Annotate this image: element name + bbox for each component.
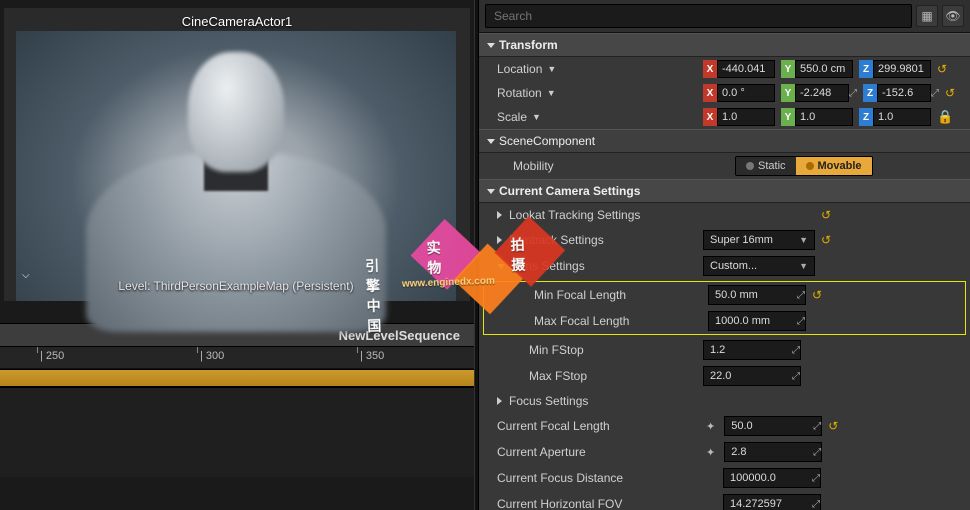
mobility-movable[interactable]: Movable — [796, 157, 872, 175]
scale-y[interactable]: Y — [781, 108, 853, 126]
reset-icon[interactable]: ↺ — [821, 233, 831, 247]
filmback-settings[interactable]: Filmback Settings — [497, 233, 697, 247]
timeline-track[interactable] — [0, 369, 474, 387]
timeline[interactable]: | 250 | 300 | 350 — [0, 347, 474, 477]
reset-icon[interactable]: ↺ — [828, 419, 838, 433]
viewport[interactable]: CineCameraActor1 ⌵ Level: ThirdPersonExa… — [4, 8, 470, 301]
mobility-label: Mobility — [513, 159, 713, 173]
grid-view-icon[interactable]: ▦ — [916, 5, 938, 27]
tick: | 250 — [40, 350, 64, 362]
dot-icon — [806, 162, 814, 170]
location-label: Location▼ — [497, 62, 697, 76]
current-focus-distance-label: Current Focus Distance — [497, 471, 697, 485]
rotation-y[interactable]: Y⤢ — [781, 84, 857, 102]
viewport-title: CineCameraActor1 — [4, 8, 470, 31]
max-fstop-field[interactable]: ⤢ — [703, 366, 801, 386]
location-z[interactable]: Z — [859, 60, 931, 78]
current-fov-label: Current Horizontal FOV — [497, 497, 697, 510]
location-x[interactable]: X — [703, 60, 775, 78]
scale-label: Scale▼ — [497, 110, 697, 124]
chevron-down-icon: ▼ — [799, 235, 808, 245]
timeline-ruler[interactable]: | 250 | 300 | 350 — [0, 347, 474, 369]
level-label: Level: ThirdPersonExampleMap (Persistent… — [16, 279, 456, 293]
lookat-tracking[interactable]: Lookat Tracking Settings — [497, 208, 697, 222]
lens-settings[interactable]: Lens Settings — [497, 259, 697, 273]
current-aperture-field[interactable]: ⤢ — [724, 442, 822, 462]
chevron-down-icon — [487, 139, 495, 144]
y-axis-tag: Y — [781, 60, 795, 78]
keyframe-icon[interactable]: ✦ — [703, 446, 718, 459]
highlighted-region: Min Focal Length ⤢ ↺ Max Focal Length ⤢ — [483, 281, 966, 335]
eye-icon[interactable]: 👁 — [942, 5, 964, 27]
chevron-down-icon: ▼ — [799, 261, 808, 271]
x-axis-tag: X — [703, 60, 717, 78]
lock-icon[interactable]: 🔒 — [937, 109, 953, 125]
expand-icon[interactable]: ⤢ — [812, 499, 820, 510]
mobility-static[interactable]: Static — [736, 157, 796, 175]
rotation-z[interactable]: Z⤢ — [863, 84, 939, 102]
scale-x[interactable]: X — [703, 108, 775, 126]
expand-icon[interactable]: ⤢ — [797, 316, 805, 327]
location-y[interactable]: Y — [781, 60, 853, 78]
tick: | 300 — [200, 350, 224, 362]
min-focal-length-field[interactable]: ⤢ — [708, 285, 806, 305]
z-axis-tag: Z — [859, 60, 873, 78]
min-focal-length-label: Min Focal Length — [534, 288, 702, 302]
lens-dropdown[interactable]: Custom...▼ — [703, 256, 815, 276]
reset-icon[interactable]: ↺ — [821, 208, 831, 222]
chevron-down-icon — [487, 43, 495, 48]
current-focal-length-field[interactable]: ⤢ — [724, 416, 822, 436]
reset-icon[interactable]: ↺ — [945, 86, 955, 100]
filmback-dropdown[interactable]: Super 16mm▼ — [703, 230, 815, 250]
reset-icon[interactable]: ↺ — [812, 288, 822, 302]
reset-icon[interactable]: ↺ — [937, 62, 947, 76]
chevron-down-icon — [487, 189, 495, 194]
section-transform[interactable]: Transform — [479, 33, 970, 57]
min-fstop-field[interactable]: ⤢ — [703, 340, 801, 360]
current-aperture-label: Current Aperture — [497, 445, 697, 459]
section-scenecomponent[interactable]: SceneComponent — [479, 129, 970, 153]
timeline-empty[interactable] — [0, 387, 474, 477]
max-fstop-label: Max FStop — [529, 369, 697, 383]
viewport-render[interactable]: ⌵ Level: ThirdPersonExampleMap (Persiste… — [16, 31, 456, 301]
expand-icon[interactable]: ⤢ — [813, 447, 821, 458]
current-focus-distance-field[interactable]: ⤢ — [723, 468, 821, 488]
min-fstop-label: Min FStop — [529, 343, 697, 357]
focus-settings[interactable]: Focus Settings — [497, 394, 697, 408]
scale-z[interactable]: Z — [859, 108, 931, 126]
current-fov-field[interactable]: ⤢ — [723, 494, 821, 510]
expand-icon[interactable]: ⤢ — [797, 290, 805, 301]
max-focal-length-label: Max Focal Length — [534, 314, 702, 328]
current-focal-length-label: Current Focal Length — [497, 419, 697, 433]
section-camera-settings[interactable]: Current Camera Settings — [479, 179, 970, 203]
dot-icon — [746, 162, 754, 170]
expand-icon[interactable]: ⤢ — [792, 345, 800, 356]
details-panel: ▦ 👁 Transform Location▼ X Y Z ↺ Rotation… — [479, 0, 970, 510]
search-input[interactable] — [485, 4, 912, 28]
keyframe-icon[interactable]: ✦ — [703, 420, 718, 433]
expand-icon[interactable]: ⤢ — [813, 421, 821, 432]
expand-icon[interactable]: ⤢ — [812, 473, 820, 484]
rotation-label: Rotation▼ — [497, 86, 697, 100]
max-focal-length-field[interactable]: ⤢ — [708, 311, 806, 331]
preview-head — [188, 52, 284, 172]
tick: | 350 — [360, 350, 384, 362]
expand-icon[interactable]: ⤢ — [792, 371, 800, 382]
rotation-x[interactable]: X — [703, 84, 775, 102]
mobility-toggle[interactable]: Static Movable — [735, 156, 873, 176]
